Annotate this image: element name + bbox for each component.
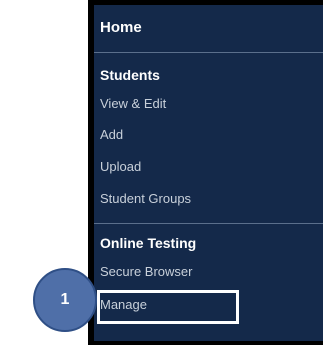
- nav-item-student-groups[interactable]: Student Groups: [100, 191, 191, 206]
- nav-item-view-edit[interactable]: View & Edit: [100, 96, 166, 111]
- nav-item-secure-browser[interactable]: Secure Browser: [100, 264, 192, 279]
- home-header[interactable]: Home: [94, 5, 323, 53]
- section-divider: [94, 223, 323, 224]
- step-callout-circle: 1: [33, 268, 97, 332]
- nav-item-upload[interactable]: Upload: [100, 159, 141, 174]
- manage-highlight-box: [97, 290, 239, 324]
- nav-home[interactable]: Home: [100, 19, 142, 36]
- section-students-title[interactable]: Students: [100, 67, 160, 83]
- step-number: 1: [60, 291, 70, 308]
- nav-item-add[interactable]: Add: [100, 127, 123, 142]
- screenshot-canvas: Home Students View & Edit Add Upload Stu…: [0, 0, 323, 345]
- section-online-testing-title[interactable]: Online Testing: [100, 235, 196, 251]
